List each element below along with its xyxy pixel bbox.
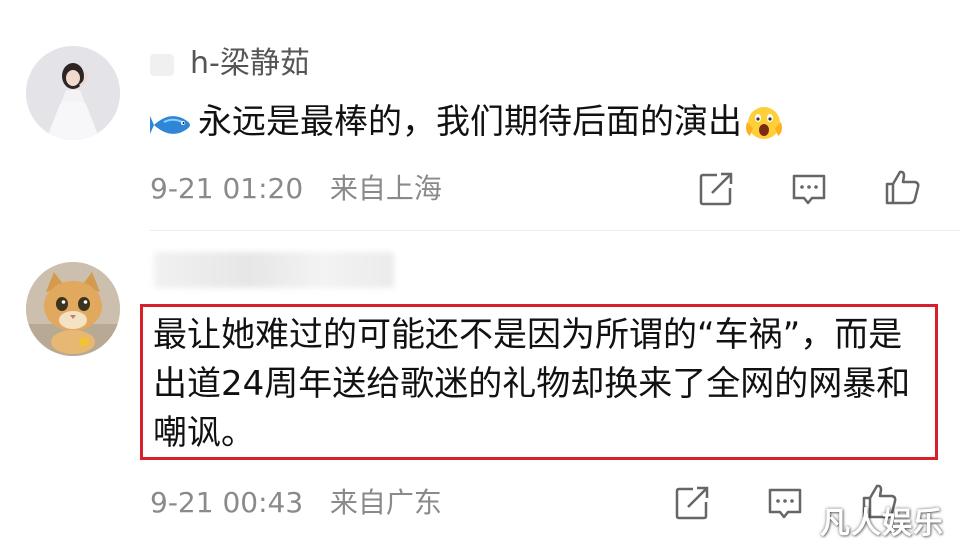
comment-icon[interactable] xyxy=(790,170,828,208)
share-icon[interactable] xyxy=(673,484,711,522)
comment-meta: 9-21 01:20 来自上海 xyxy=(150,171,442,207)
screaming-face-emoji-icon xyxy=(744,102,784,142)
watermark: 凡人娱乐 xyxy=(820,506,944,541)
comment-text-content: 最让她难过的可能还不是因为所谓的“车祸”，而是出道24周年送给歌迷的礼物却换来了… xyxy=(153,315,911,453)
comment-timestamp: 9-21 01:20 xyxy=(150,172,304,205)
like-icon[interactable] xyxy=(883,168,921,206)
comment-divider xyxy=(150,230,960,231)
user-avatar[interactable] xyxy=(26,46,120,140)
comment-location: 来自广东 xyxy=(329,486,442,519)
comment-location: 来自上海 xyxy=(329,172,442,205)
share-icon[interactable] xyxy=(697,170,735,208)
comment-icon[interactable] xyxy=(766,484,804,522)
comment-timestamp: 9-21 00:43 xyxy=(150,486,304,519)
user-badge xyxy=(150,54,174,76)
comment-meta: 9-21 00:43 来自广东 xyxy=(150,485,442,521)
user-avatar[interactable] xyxy=(26,262,120,356)
fish-emoji-icon xyxy=(150,107,194,137)
comment-text-content: 永远是最棒的，我们期待后面的演出 xyxy=(198,102,742,142)
highlighted-comment-text: 最让她难过的可能还不是因为所谓的“车祸”，而是出道24周年送给歌迷的礼物却换来了… xyxy=(140,304,938,460)
comment-text: 永远是最棒的，我们期待后面的演出 xyxy=(150,100,784,144)
comment-item: 最让她难过的可能还不是因为所谓的“车祸”，而是出道24周年送给歌迷的礼物却换来了… xyxy=(0,232,960,546)
comment-item: h-梁静茹 永远是最棒的，我们期待后面的演出 9-21 01:20 来自上海 xyxy=(0,0,960,232)
comment-username-blurred[interactable] xyxy=(154,252,394,288)
comment-username[interactable]: h-梁静茹 xyxy=(190,44,310,84)
